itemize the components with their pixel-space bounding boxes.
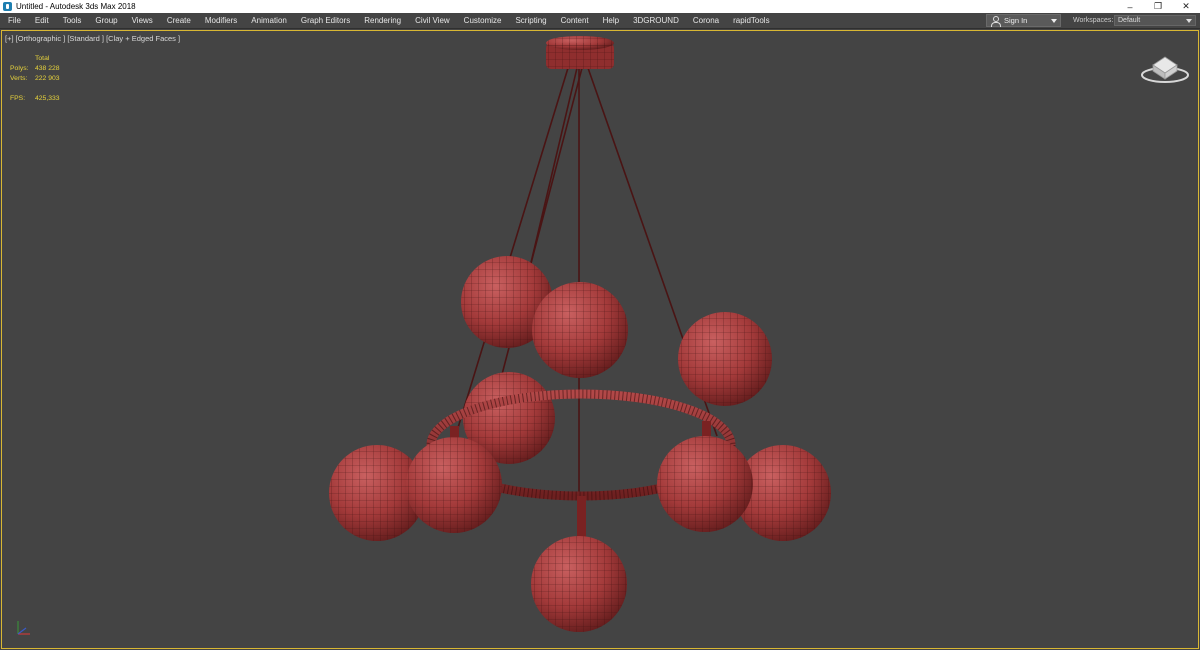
fps-label: FPS: bbox=[10, 95, 26, 102]
menu-corona[interactable]: Corona bbox=[686, 13, 726, 29]
restore-button[interactable]: ❐ bbox=[1144, 0, 1172, 13]
menu-scripting[interactable]: Scripting bbox=[508, 13, 553, 29]
viewport-orthographic[interactable]: [+] [Orthographic ] [Standard ] [Clay + … bbox=[1, 30, 1199, 649]
globe-back-right bbox=[678, 312, 772, 406]
menu-customize[interactable]: Customize bbox=[457, 13, 509, 29]
fps-value: 425,333 bbox=[35, 95, 60, 102]
window-title: Untitled - Autodesk 3ds Max 2018 bbox=[16, 2, 136, 11]
menu-rendering[interactable]: Rendering bbox=[357, 13, 408, 29]
menu-content[interactable]: Content bbox=[554, 13, 596, 29]
verts-label: Verts: bbox=[10, 75, 28, 82]
window-titlebar: Untitled - Autodesk 3ds Max 2018 – ❐ ✕ bbox=[0, 0, 1200, 13]
polys-value: 438 228 bbox=[35, 65, 60, 72]
menu-group[interactable]: Group bbox=[88, 13, 124, 29]
menu-edit[interactable]: Edit bbox=[28, 13, 56, 29]
menu-3dground[interactable]: 3DGROUND bbox=[626, 13, 686, 29]
menu-create[interactable]: Create bbox=[160, 13, 198, 29]
chandelier-model[interactable] bbox=[2, 31, 1198, 648]
stem bbox=[577, 496, 586, 538]
axis-gizmo-icon bbox=[17, 621, 30, 635]
menu-modifiers[interactable]: Modifiers bbox=[198, 13, 244, 29]
viewcube-icon[interactable] bbox=[1140, 49, 1190, 85]
chevron-down-icon bbox=[1186, 19, 1192, 23]
menu-help[interactable]: Help bbox=[596, 13, 626, 29]
globe-front-right bbox=[657, 436, 753, 532]
stats-header: Total bbox=[35, 55, 50, 62]
ceiling-canopy bbox=[546, 36, 614, 69]
viewport-statistics: Total Polys: 438 228 Verts: 222 903 FPS: 42… bbox=[10, 54, 75, 104]
app-icon bbox=[3, 2, 12, 11]
workspaces-value: Default bbox=[1118, 17, 1141, 24]
sign-in-button[interactable]: Sign In bbox=[986, 14, 1061, 27]
menu-tools[interactable]: Tools bbox=[56, 13, 89, 29]
menu-graph-editors[interactable]: Graph Editors bbox=[294, 13, 357, 29]
chevron-down-icon bbox=[1051, 19, 1057, 23]
menu-file[interactable]: File bbox=[0, 13, 28, 29]
user-icon bbox=[990, 15, 1001, 27]
workspaces-dropdown[interactable]: Default bbox=[1114, 15, 1196, 26]
minimize-button[interactable]: – bbox=[1116, 0, 1144, 13]
sign-in-label: Sign In bbox=[1004, 16, 1028, 25]
globe-front-left bbox=[406, 437, 502, 533]
menu-animation[interactable]: Animation bbox=[244, 13, 294, 29]
viewport-label[interactable]: [+] [Orthographic ] [Standard ] [Clay + … bbox=[5, 34, 180, 43]
menu-views[interactable]: Views bbox=[125, 13, 160, 29]
close-button[interactable]: ✕ bbox=[1172, 0, 1200, 13]
menu-civil-view[interactable]: Civil View bbox=[408, 13, 457, 29]
verts-value: 222 903 bbox=[35, 75, 60, 82]
globe-top-center bbox=[532, 282, 628, 378]
polys-label: Polys: bbox=[10, 65, 29, 72]
menu-rapidtools[interactable]: rapidTools bbox=[726, 13, 776, 29]
workspaces-label: Workspaces: bbox=[1073, 17, 1114, 24]
globe-bottom bbox=[531, 536, 627, 632]
